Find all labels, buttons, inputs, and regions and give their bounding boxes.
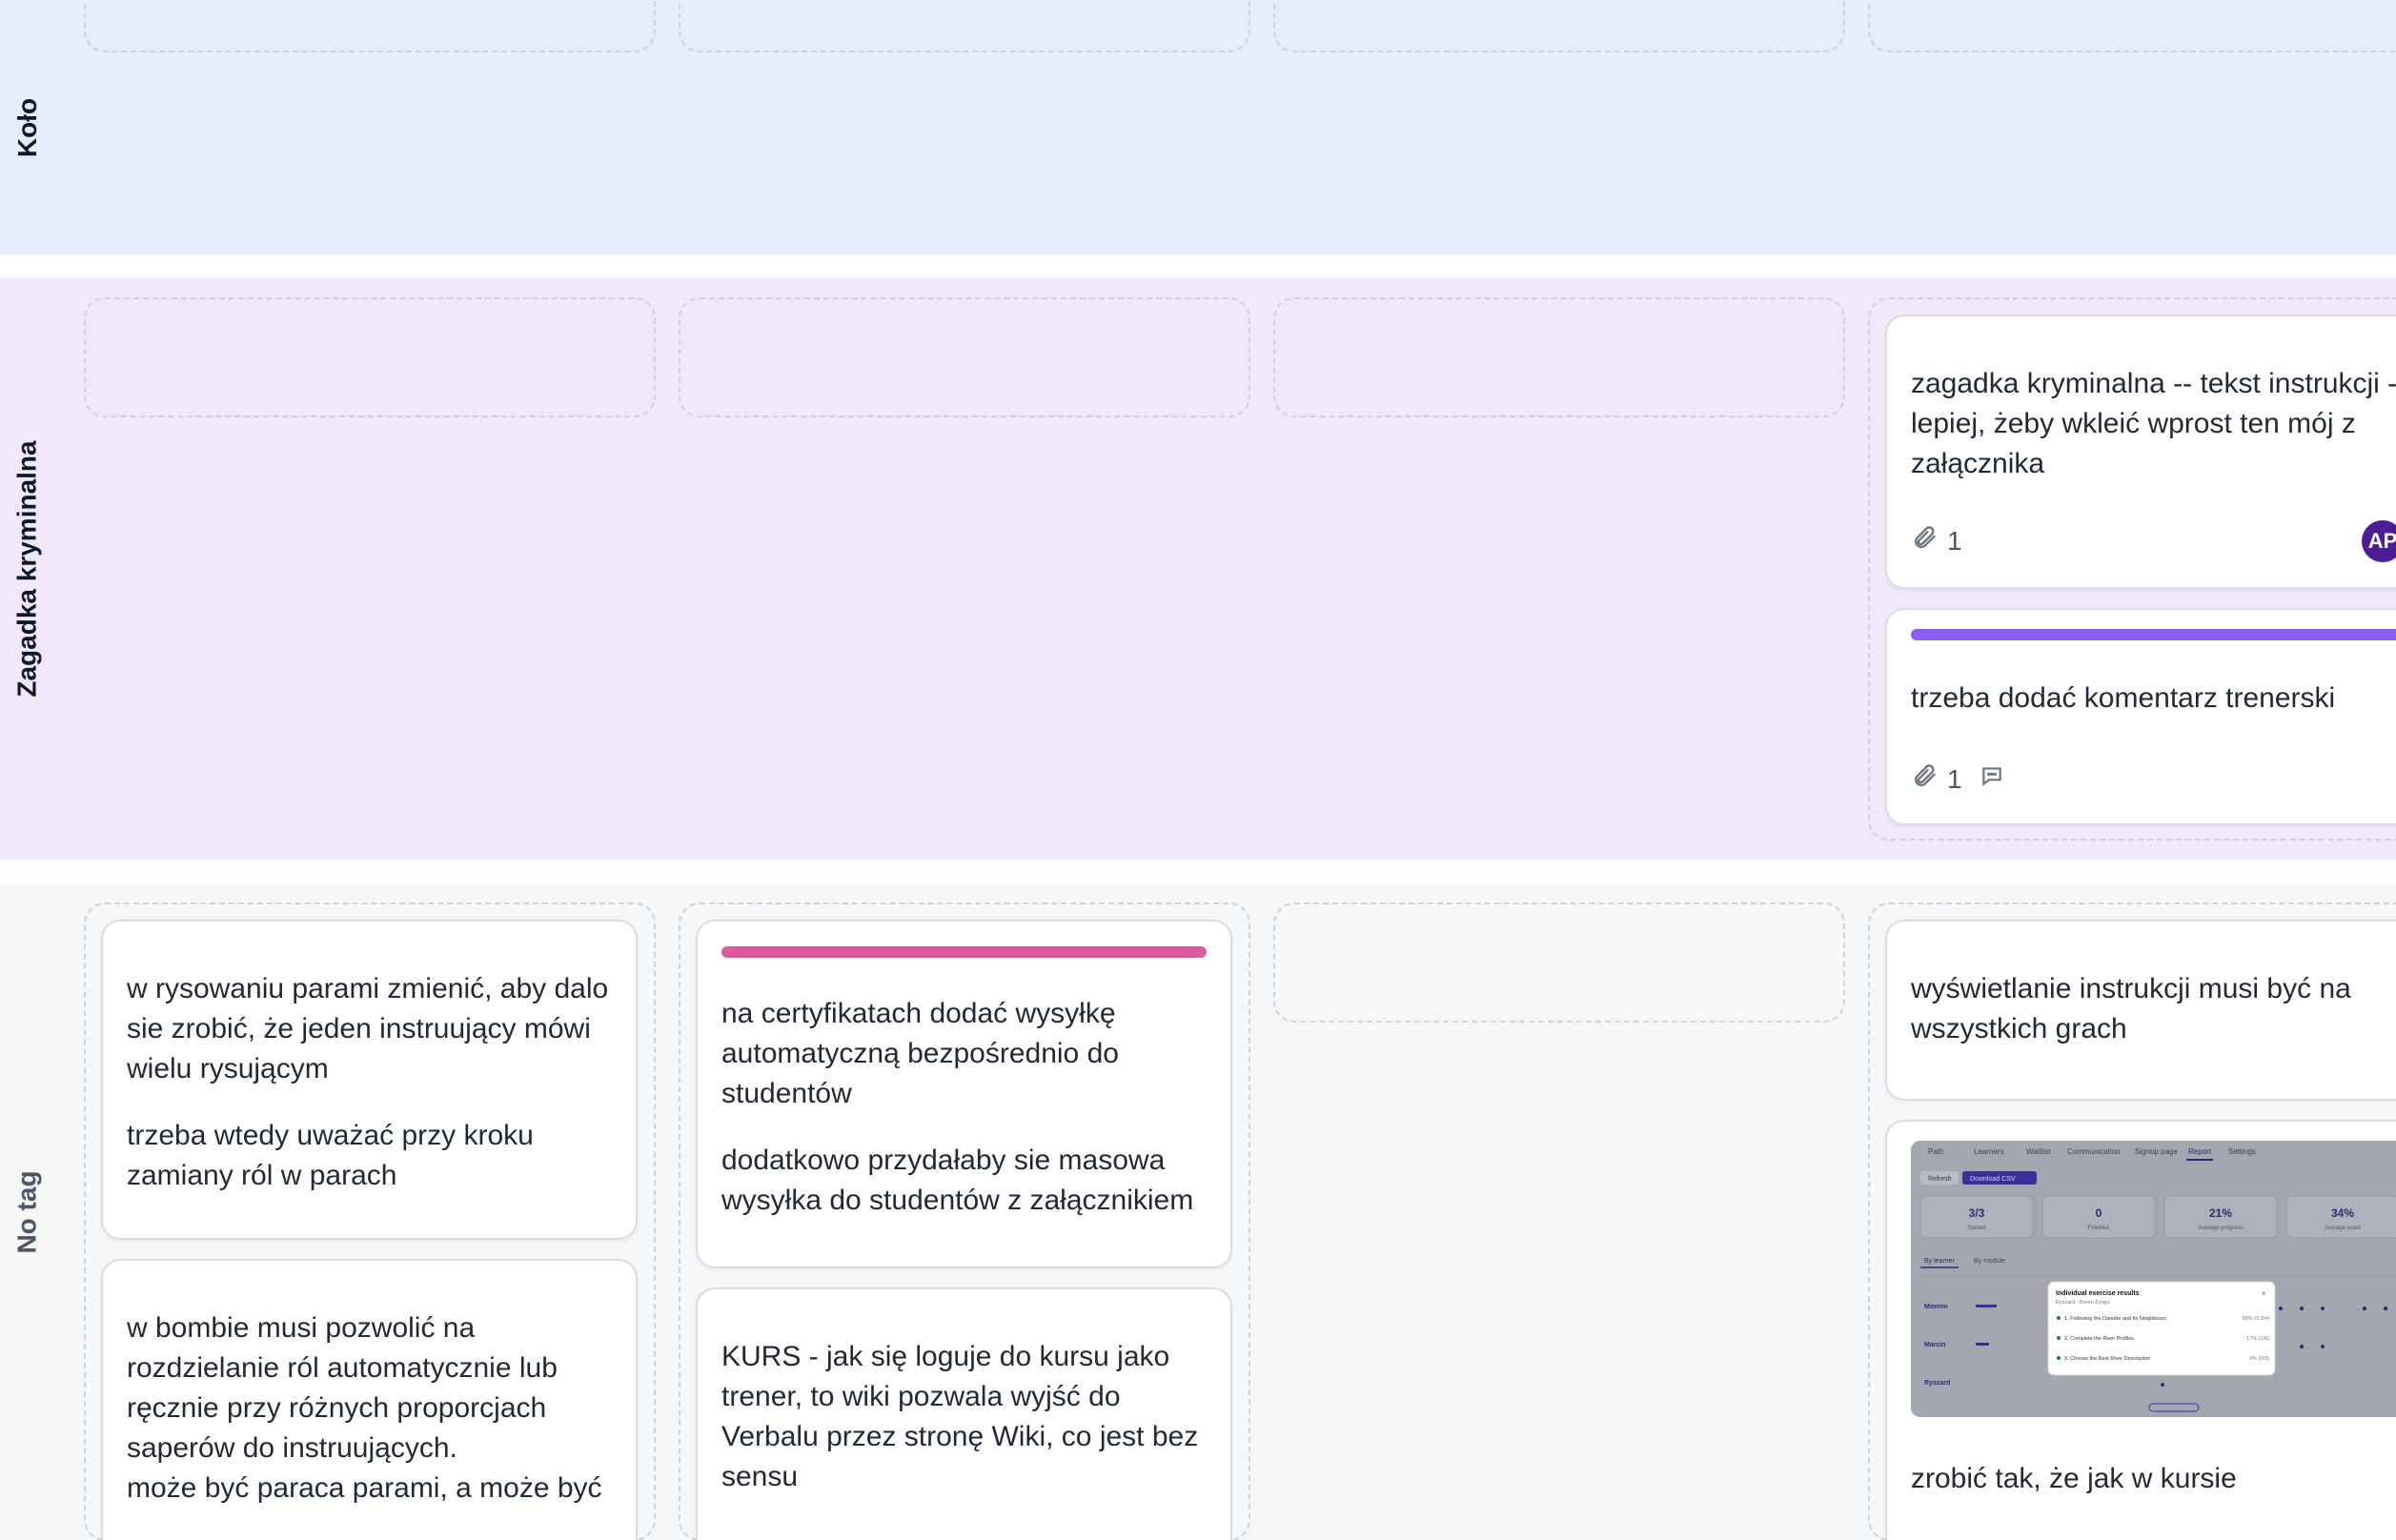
- thumb-learner: Marcin: [1924, 1342, 1946, 1348]
- thumb-stat-label: Finished: [2088, 1226, 2110, 1231]
- thumb-refresh-button: Refresh: [1928, 1176, 1952, 1183]
- card-text: może być paraca parami, a może być: [127, 1472, 602, 1504]
- thumb-tab: Communication: [2067, 1147, 2121, 1156]
- drop-zone[interactable]: [84, 0, 656, 52]
- card[interactable]: na certyfikatach dodać wysyłkę automatyc…: [696, 920, 1232, 1268]
- card[interactable]: zagadka kryminalna -- tekst instrukcji -…: [1885, 314, 2396, 589]
- card-meta: 1: [1911, 524, 1962, 557]
- thumb-popup-value: 0% (0/3): [2249, 1356, 2269, 1362]
- drop-zone[interactable]: [1273, 0, 1845, 52]
- card[interactable]: KURS - jak się loguje do kursu jako tren…: [696, 1287, 1232, 1540]
- thumb-popup-row: 2. Complete the River Profiles: [2064, 1336, 2134, 1342]
- lane-no-tag: No tag w rysowaniu parami zmienić, aby d…: [0, 883, 2396, 1540]
- paperclip-icon: [1911, 524, 1938, 557]
- card-text: trzeba wtedy uważać przy kroku zamiany r…: [127, 1120, 534, 1191]
- thumb-popup-title: Individual exercise results: [2056, 1290, 2140, 1297]
- thumb-popup-subtitle: Ryszard - Breen Zyngo: [2056, 1300, 2110, 1306]
- drop-zone[interactable]: [84, 297, 656, 417]
- thumb-learner: Mmmm: [1924, 1304, 1948, 1310]
- close-icon: ×: [2262, 1289, 2266, 1298]
- thumb-stat-value: 34%: [2331, 1206, 2354, 1220]
- lane-label-zagadka: Zagadka kryminalna: [12, 440, 43, 698]
- avatar[interactable]: AP: [2362, 520, 2396, 562]
- thumb-stat-value: 21%: [2209, 1206, 2232, 1220]
- card-text: zagadka kryminalna -- tekst instrukcji -…: [1911, 368, 2396, 479]
- card[interactable]: wyświetlanie instrukcji musi być na wszy…: [1885, 920, 2396, 1101]
- lane-label-kolo: Koło: [12, 97, 42, 157]
- thumb-stat-value: 3/3: [1969, 1206, 1985, 1220]
- thumb-stat-label: Average progress: [2198, 1226, 2243, 1231]
- thumb-stat-label: Started: [1967, 1226, 1985, 1231]
- drop-zone[interactable]: [679, 297, 1250, 417]
- thumb-tab: Path: [1928, 1147, 1943, 1156]
- card-text: wyświetlanie instrukcji musi być na wszy…: [1911, 973, 2351, 1044]
- card-text: w bombie musi pozwolić na rozdzielanie r…: [127, 1312, 558, 1464]
- lane-kolo: Koło: [0, 0, 2396, 254]
- paperclip-icon: [1911, 762, 1938, 796]
- thumb-popup-value: 68% (3.3/4): [2243, 1316, 2270, 1322]
- comment-icon: [1980, 763, 2004, 795]
- thumb-tab: Waitlist: [2026, 1147, 2051, 1156]
- lane-label-no-tag: No tag: [12, 1169, 43, 1254]
- thumb-stat-label: Average score: [2325, 1226, 2362, 1231]
- thumb-popup-row: 1. Following the Danube and Its Neighbou…: [2064, 1316, 2166, 1322]
- card[interactable]: trzeba dodać komentarz trenerski 1: [1885, 608, 2396, 825]
- card-text: w rysowaniu parami zmienić, aby dalo sie…: [127, 973, 609, 1084]
- drop-zone[interactable]: [1868, 0, 2396, 52]
- label-bar-purple: [1911, 629, 2396, 640]
- thumb-tab: Learners: [1974, 1147, 2004, 1156]
- card-text: dodatkowo przydałaby sie masowa wysyłka …: [721, 1145, 1194, 1216]
- drop-zone[interactable]: [1273, 902, 1845, 1023]
- attachment-count: 1: [1947, 525, 1962, 556]
- card[interactable]: w rysowaniu parami zmienić, aby dalo sie…: [101, 920, 638, 1240]
- attachment-count: 1: [1947, 763, 1962, 794]
- card-text: na certyfikatach dodać wysyłkę automatyc…: [721, 998, 1119, 1109]
- attachment-thumbnail[interactable]: Path Learners Waitlist Communication Sig…: [1911, 1141, 2396, 1417]
- thumb-stat-value: 0: [2096, 1206, 2102, 1220]
- card[interactable]: Path Learners Waitlist Communication Sig…: [1885, 1120, 2396, 1540]
- thumb-popup-value: 17% (1/6): [2246, 1336, 2269, 1342]
- thumb-tab: Signup page: [2135, 1147, 2178, 1156]
- thumb-tab: Report: [2188, 1147, 2212, 1156]
- thumb-popup-row: 3. Choose the Best River Description: [2064, 1356, 2150, 1362]
- card[interactable]: w bombie musi pozwolić na rozdzielanie r…: [101, 1259, 638, 1540]
- label-bar-pink: [721, 946, 1207, 958]
- thumb-learner: Ryszard: [1924, 1380, 1950, 1387]
- thumb-subtab: By module: [1974, 1258, 2005, 1265]
- thumb-tab: Settings: [2228, 1147, 2256, 1156]
- thumb-subtab: By learner: [1924, 1258, 1956, 1265]
- lane-zagadka-kryminalna: Zagadka kryminalna zagadka kryminalna --…: [0, 278, 2396, 860]
- card-text: trzeba dodać komentarz trenerski: [1911, 682, 2336, 714]
- drop-zone[interactable]: [1273, 297, 1845, 417]
- card-text: zrobić tak, że jak w kursie: [1911, 1463, 2237, 1494]
- card-text: KURS - jak się loguje do kursu jako tren…: [721, 1341, 1199, 1492]
- thumb-download-button: Download CSV: [1970, 1176, 2016, 1183]
- card-meta: 1: [1911, 762, 2004, 796]
- drop-zone[interactable]: [679, 0, 1250, 52]
